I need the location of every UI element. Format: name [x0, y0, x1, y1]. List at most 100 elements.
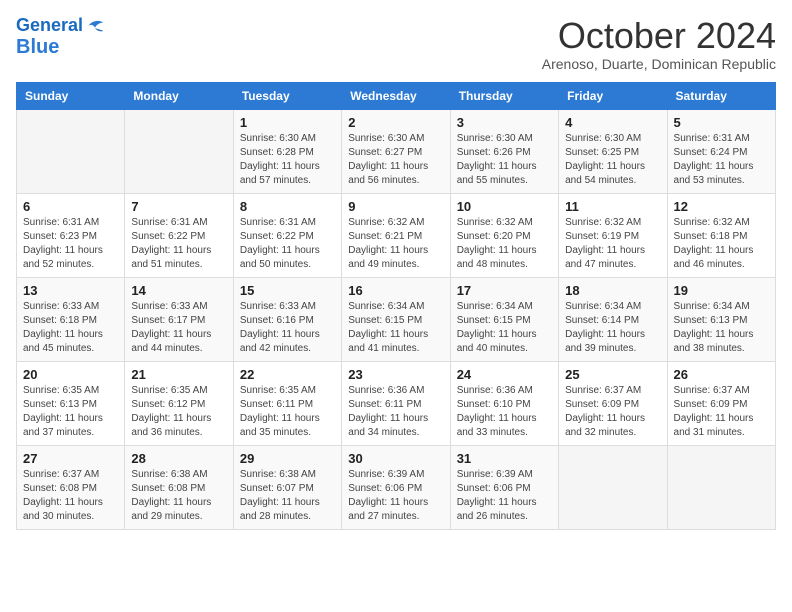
day-cell: 21 Sunrise: 6:35 AMSunset: 6:12 PMDayligh… — [125, 361, 233, 445]
day-number: 4 — [565, 115, 660, 130]
day-info: Sunrise: 6:39 AMSunset: 6:06 PMDaylight:… — [457, 468, 552, 524]
day-info: Sunrise: 6:35 AMSunset: 6:12 PMDaylight:… — [131, 384, 226, 440]
day-number: 20 — [23, 367, 118, 382]
day-info: Sunrise: 6:38 AMSunset: 6:08 PMDaylight:… — [131, 468, 226, 524]
day-cell: 17 Sunrise: 6:34 AMSunset: 6:15 PMDayligh… — [450, 277, 558, 361]
header-wednesday: Wednesday — [342, 82, 450, 109]
day-cell: 23 Sunrise: 6:36 AMSunset: 6:11 PMDayligh… — [342, 361, 450, 445]
day-info: Sunrise: 6:32 AMSunset: 6:18 PMDaylight:… — [674, 216, 769, 272]
day-number: 8 — [240, 199, 335, 214]
day-cell: 5Sunrise: 6:31 AMSunset: 6:24 PMDaylight… — [667, 109, 775, 193]
day-info: Sunrise: 6:30 AMSunset: 6:27 PMDaylight:… — [348, 132, 443, 188]
day-number: 10 — [457, 199, 552, 214]
day-info: Sunrise: 6:33 AMSunset: 6:17 PMDaylight:… — [131, 300, 226, 356]
day-cell — [559, 445, 667, 529]
day-info: Sunrise: 6:35 AMSunset: 6:13 PMDaylight:… — [23, 384, 118, 440]
day-info: Sunrise: 6:32 AMSunset: 6:19 PMDaylight:… — [565, 216, 660, 272]
day-cell: 9 Sunrise: 6:32 AMSunset: 6:21 PMDaylight… — [342, 193, 450, 277]
day-number: 11 — [565, 199, 660, 214]
day-cell: 6 Sunrise: 6:31 AMSunset: 6:23 PMDaylight… — [17, 193, 125, 277]
day-number: 24 — [457, 367, 552, 382]
month-title: October 2024 — [542, 16, 776, 56]
day-cell — [17, 109, 125, 193]
day-info: Sunrise: 6:37 AMSunset: 6:08 PMDaylight:… — [23, 468, 118, 524]
day-cell: 1 Sunrise: 6:30 AMSunset: 6:28 PMDaylight… — [233, 109, 341, 193]
day-info: Sunrise: 6:32 AMSunset: 6:20 PMDaylight:… — [457, 216, 552, 272]
week-row-2: 6 Sunrise: 6:31 AMSunset: 6:23 PMDaylight… — [17, 193, 776, 277]
day-cell: 14 Sunrise: 6:33 AMSunset: 6:17 PMDayligh… — [125, 277, 233, 361]
day-number: 15 — [240, 283, 335, 298]
day-number: 22 — [240, 367, 335, 382]
day-info: Sunrise: 6:35 AMSunset: 6:11 PMDaylight:… — [240, 384, 335, 440]
day-info: Sunrise: 6:34 AMSunset: 6:15 PMDaylight:… — [457, 300, 552, 356]
day-number: 6 — [23, 199, 118, 214]
day-info: Sunrise: 6:31 AMSunset: 6:23 PMDaylight:… — [23, 216, 118, 272]
week-row-3: 13Sunrise: 6:33 AMSunset: 6:18 PMDayligh… — [17, 277, 776, 361]
day-number: 26 — [674, 367, 769, 382]
day-number: 19 — [674, 283, 769, 298]
day-cell: 24Sunrise: 6:36 AMSunset: 6:10 PMDayligh… — [450, 361, 558, 445]
logo-general: General — [16, 16, 83, 36]
day-info: Sunrise: 6:30 AMSunset: 6:28 PMDaylight:… — [240, 132, 335, 188]
day-info: Sunrise: 6:34 AMSunset: 6:15 PMDaylight:… — [348, 300, 443, 356]
logo: General Blue — [16, 16, 105, 58]
day-cell: 30Sunrise: 6:39 AMSunset: 6:06 PMDayligh… — [342, 445, 450, 529]
day-cell: 10 Sunrise: 6:32 AMSunset: 6:20 PMDayligh… — [450, 193, 558, 277]
day-number: 7 — [131, 199, 226, 214]
day-info: Sunrise: 6:34 AMSunset: 6:13 PMDaylight:… — [674, 300, 769, 356]
page-header: General Blue October 2024 Arenoso, Duart… — [16, 16, 776, 72]
day-cell: 8 Sunrise: 6:31 AMSunset: 6:22 PMDaylight… — [233, 193, 341, 277]
day-number: 31 — [457, 451, 552, 466]
day-cell: 26 Sunrise: 6:37 AMSunset: 6:09 PMDayligh… — [667, 361, 775, 445]
day-cell: 16Sunrise: 6:34 AMSunset: 6:15 PMDayligh… — [342, 277, 450, 361]
day-cell: 2Sunrise: 6:30 AMSunset: 6:27 PMDaylight… — [342, 109, 450, 193]
day-number: 13 — [23, 283, 118, 298]
day-cell — [125, 109, 233, 193]
header-tuesday: Tuesday — [233, 82, 341, 109]
day-cell: 31 Sunrise: 6:39 AMSunset: 6:06 PMDayligh… — [450, 445, 558, 529]
day-number: 27 — [23, 451, 118, 466]
day-cell: 12 Sunrise: 6:32 AMSunset: 6:18 PMDayligh… — [667, 193, 775, 277]
day-number: 17 — [457, 283, 552, 298]
day-cell: 25Sunrise: 6:37 AMSunset: 6:09 PMDayligh… — [559, 361, 667, 445]
day-info: Sunrise: 6:33 AMSunset: 6:16 PMDaylight:… — [240, 300, 335, 356]
day-number: 3 — [457, 115, 552, 130]
day-info: Sunrise: 6:39 AMSunset: 6:06 PMDaylight:… — [348, 468, 443, 524]
day-info: Sunrise: 6:30 AMSunset: 6:25 PMDaylight:… — [565, 132, 660, 188]
day-cell — [667, 445, 775, 529]
day-number: 9 — [348, 199, 443, 214]
header-sunday: Sunday — [17, 82, 125, 109]
day-info: Sunrise: 6:31 AMSunset: 6:22 PMDaylight:… — [131, 216, 226, 272]
day-info: Sunrise: 6:34 AMSunset: 6:14 PMDaylight:… — [565, 300, 660, 356]
day-number: 1 — [240, 115, 335, 130]
day-info: Sunrise: 6:38 AMSunset: 6:07 PMDaylight:… — [240, 468, 335, 524]
day-number: 21 — [131, 367, 226, 382]
day-number: 23 — [348, 367, 443, 382]
day-number: 29 — [240, 451, 335, 466]
day-cell: 19 Sunrise: 6:34 AMSunset: 6:13 PMDayligh… — [667, 277, 775, 361]
day-number: 18 — [565, 283, 660, 298]
day-cell: 20 Sunrise: 6:35 AMSunset: 6:13 PMDayligh… — [17, 361, 125, 445]
header-friday: Friday — [559, 82, 667, 109]
day-info: Sunrise: 6:31 AMSunset: 6:22 PMDaylight:… — [240, 216, 335, 272]
day-info: Sunrise: 6:30 AMSunset: 6:26 PMDaylight:… — [457, 132, 552, 188]
day-info: Sunrise: 6:32 AMSunset: 6:21 PMDaylight:… — [348, 216, 443, 272]
title-block: October 2024 Arenoso, Duarte, Dominican … — [542, 16, 776, 72]
week-row-1: 1 Sunrise: 6:30 AMSunset: 6:28 PMDaylight… — [17, 109, 776, 193]
logo-bird-icon — [85, 19, 105, 33]
day-cell: 11 Sunrise: 6:32 AMSunset: 6:19 PMDayligh… — [559, 193, 667, 277]
day-cell: 27 Sunrise: 6:37 AMSunset: 6:08 PMDayligh… — [17, 445, 125, 529]
calendar-table: SundayMondayTuesdayWednesdayThursdayFrid… — [16, 82, 776, 530]
week-row-4: 20 Sunrise: 6:35 AMSunset: 6:13 PMDayligh… — [17, 361, 776, 445]
day-info: Sunrise: 6:31 AMSunset: 6:24 PMDaylight:… — [674, 132, 769, 188]
day-info: Sunrise: 6:37 AMSunset: 6:09 PMDaylight:… — [565, 384, 660, 440]
location-subtitle: Arenoso, Duarte, Dominican Republic — [542, 56, 776, 72]
day-number: 12 — [674, 199, 769, 214]
day-number: 14 — [131, 283, 226, 298]
day-cell: 4 Sunrise: 6:30 AMSunset: 6:25 PMDaylight… — [559, 109, 667, 193]
week-row-5: 27 Sunrise: 6:37 AMSunset: 6:08 PMDayligh… — [17, 445, 776, 529]
day-info: Sunrise: 6:37 AMSunset: 6:09 PMDaylight:… — [674, 384, 769, 440]
day-info: Sunrise: 6:36 AMSunset: 6:11 PMDaylight:… — [348, 384, 443, 440]
day-cell: 28Sunrise: 6:38 AMSunset: 6:08 PMDayligh… — [125, 445, 233, 529]
day-cell: 15 Sunrise: 6:33 AMSunset: 6:16 PMDayligh… — [233, 277, 341, 361]
